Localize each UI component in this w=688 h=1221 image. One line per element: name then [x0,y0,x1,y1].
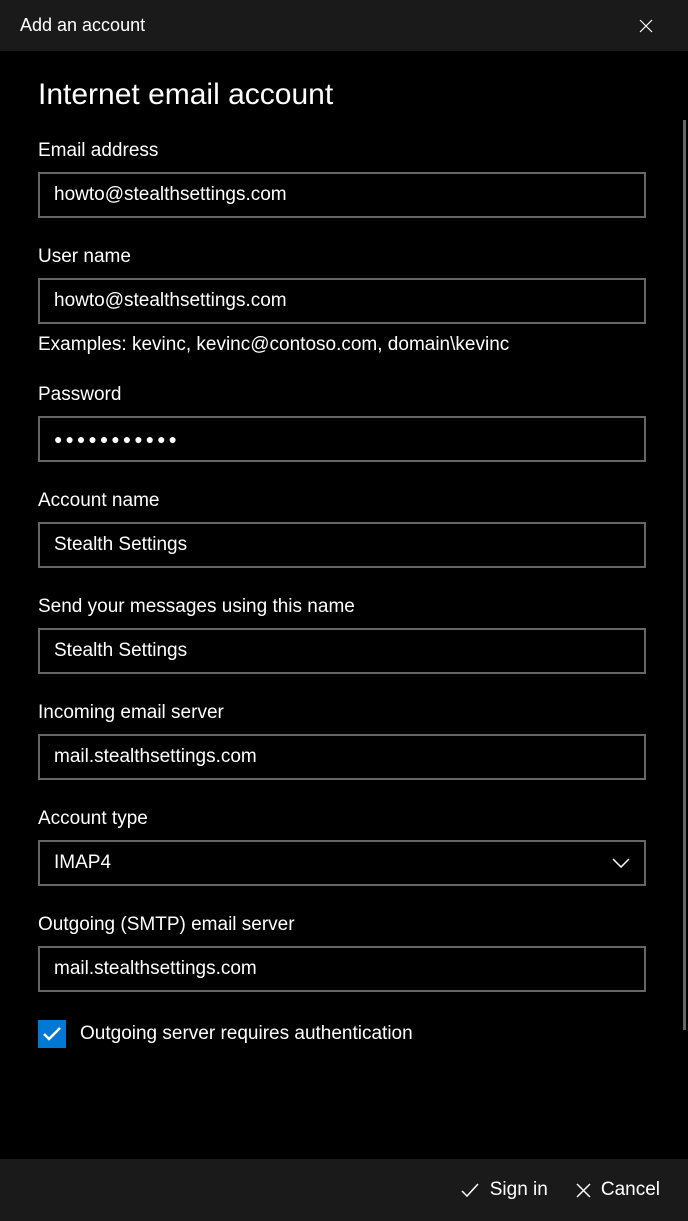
field-username: User name Examples: kevinc, kevinc@conto… [38,246,650,356]
send-name-input[interactable] [38,628,646,674]
cancel-button[interactable]: Cancel [576,1179,660,1201]
field-incoming: Incoming email server [38,702,650,780]
send-name-label: Send your messages using this name [38,596,650,618]
username-help: Examples: kevinc, kevinc@contoso.com, do… [38,334,650,356]
field-outgoing: Outgoing (SMTP) email server [38,914,650,992]
incoming-label: Incoming email server [38,702,650,724]
password-input[interactable]: ●●●●●●●●●●● [38,416,646,462]
email-label: Email address [38,140,650,162]
cancel-label: Cancel [601,1179,660,1201]
scrollbar[interactable] [683,120,686,1030]
field-account-type: Account type IMAP4 [38,808,650,886]
outgoing-auth-checkbox[interactable] [38,1020,66,1048]
username-label: User name [38,246,650,268]
close-icon [639,19,653,33]
field-account-name: Account name [38,490,650,568]
account-type-label: Account type [38,808,650,830]
checkmark-icon [460,1182,480,1198]
signin-button[interactable]: Sign in [460,1179,548,1201]
account-type-select[interactable]: IMAP4 [38,840,646,886]
signin-label: Sign in [490,1179,548,1201]
account-name-label: Account name [38,490,650,512]
page-heading: Internet email account [38,78,650,112]
incoming-input[interactable] [38,734,646,780]
checkbox-outgoing-auth-row: Outgoing server requires authentication [38,1020,650,1048]
field-password: Password ●●●●●●●●●●● [38,384,650,462]
account-type-value: IMAP4 [54,852,111,874]
field-send-name: Send your messages using this name [38,596,650,674]
outgoing-input[interactable] [38,946,646,992]
titlebar: Add an account [0,0,688,52]
checkmark-icon [42,1026,62,1042]
username-input[interactable] [38,278,646,324]
footer: Sign in Cancel [0,1159,688,1221]
outgoing-label: Outgoing (SMTP) email server [38,914,650,936]
content-area: Internet email account Email address Use… [0,52,688,1159]
email-input[interactable] [38,172,646,218]
chevron-down-icon [612,858,630,868]
password-label: Password [38,384,650,406]
outgoing-auth-label: Outgoing server requires authentication [80,1023,413,1045]
field-email: Email address [38,140,650,218]
close-button[interactable] [624,4,668,48]
account-name-input[interactable] [38,522,646,568]
titlebar-title: Add an account [20,15,145,36]
close-icon [576,1183,591,1198]
